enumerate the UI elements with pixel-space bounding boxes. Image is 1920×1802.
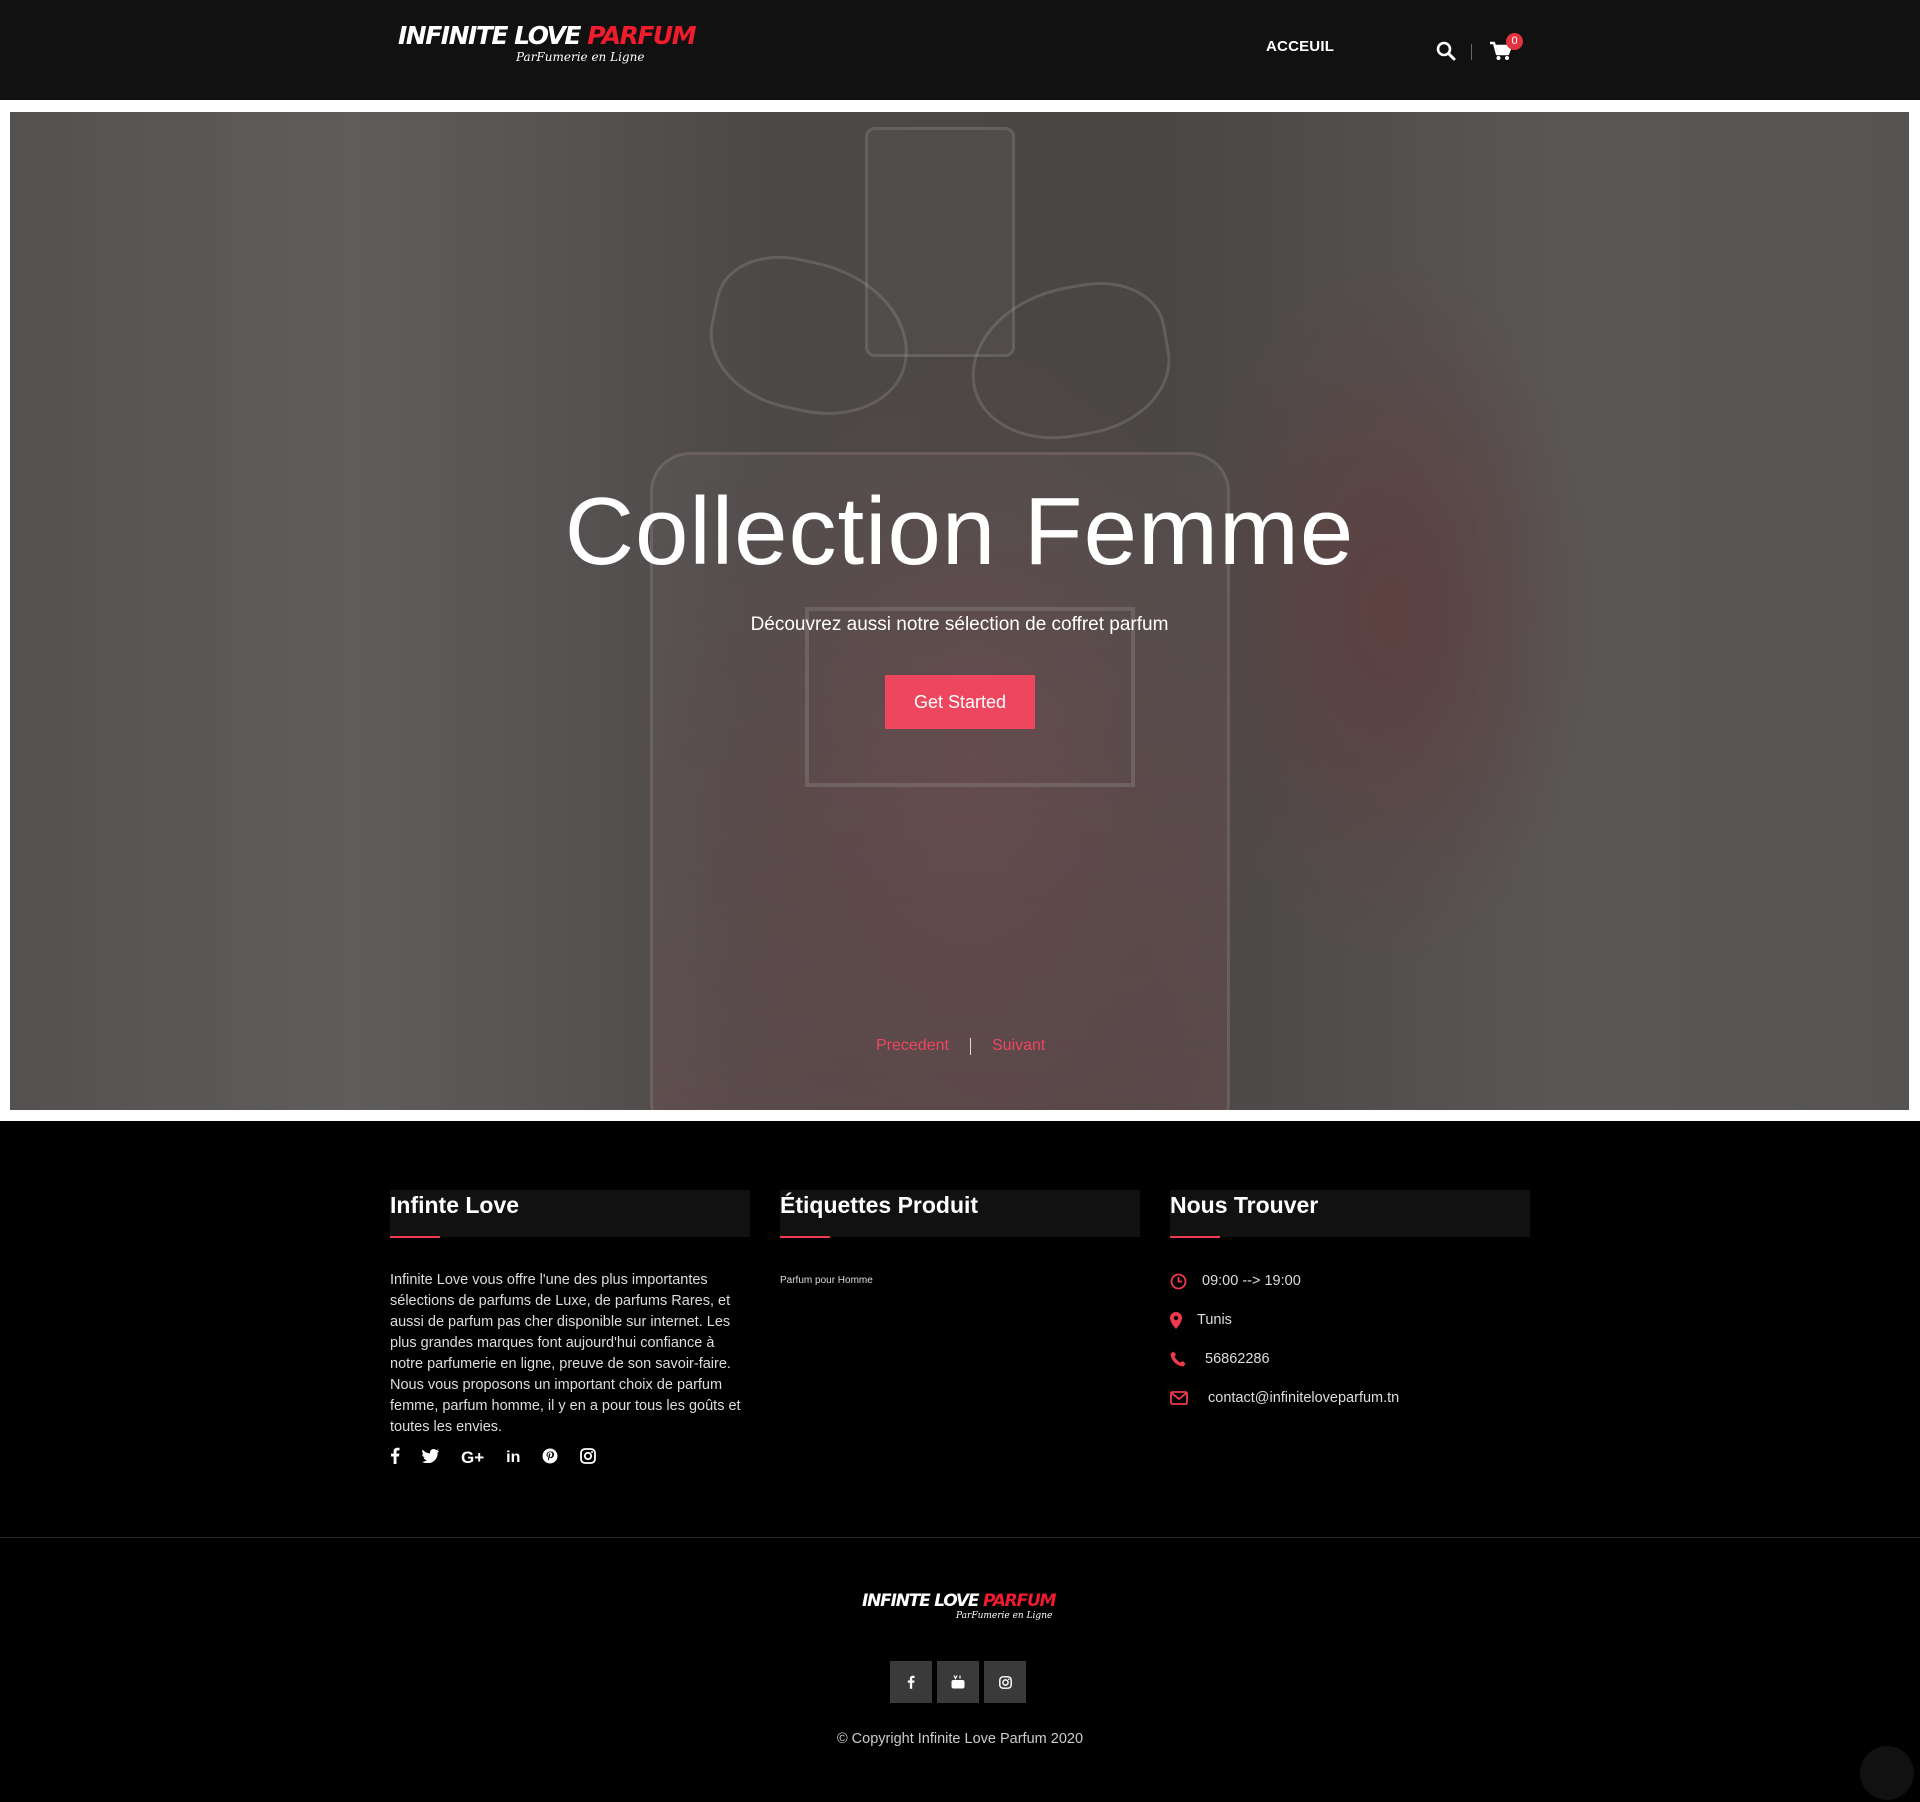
- heading-underline: [1170, 1236, 1220, 1238]
- clock-icon: [1170, 1273, 1202, 1290]
- slider-divider: [970, 1038, 971, 1055]
- instagram-icon[interactable]: [984, 1661, 1026, 1703]
- google-plus-icon[interactable]: G+: [461, 1448, 484, 1468]
- footer-logo-text-white: INFINTE LOVE: [862, 1591, 979, 1611]
- footer-contact-heading: Nous Trouver: [1170, 1192, 1319, 1218]
- footer-divider: [0, 1537, 1920, 1538]
- hero-overlay: [10, 112, 1909, 1110]
- footer-logo[interactable]: INFINTE LOVE PARFUM ParFumerie en Ligne: [862, 1592, 1062, 1628]
- logo-text-red: PARFUM: [587, 21, 696, 50]
- copyright-text: © Copyright Infinite Love Parfum 2020: [836, 1731, 1084, 1747]
- hero-title: Collection Femme: [564, 478, 1355, 585]
- logo-text-white: INFINITE LOVE: [398, 21, 582, 50]
- instagram-icon[interactable]: [580, 1447, 597, 1469]
- footer-contact-column: Nous Trouver 09:00 --> 19:00 Tunis 56862…: [1170, 1190, 1530, 1408]
- footer-tags-heading: Étiquettes Produit: [780, 1192, 979, 1218]
- envelope-icon: [1170, 1391, 1208, 1405]
- contact-location: Tunis: [1170, 1310, 1530, 1330]
- map-marker-icon: [1170, 1311, 1197, 1329]
- footer-about-header: Infinte Love: [390, 1190, 750, 1238]
- site-header: INFINITE LOVE PARFUM ParFumerie en Ligne…: [0, 0, 1920, 100]
- contact-hours: 09:00 --> 19:00: [1170, 1271, 1530, 1291]
- search-icon[interactable]: [1436, 41, 1456, 61]
- footer-social-links: G+ in: [390, 1447, 750, 1469]
- hero-slider: Collection Femme Découvrez aussi notre s…: [10, 112, 1909, 1110]
- slider-next-link[interactable]: Suivant: [992, 1037, 1045, 1055]
- footer-contact-header: Nous Trouver: [1170, 1190, 1530, 1238]
- footer-logo-text-red: PARFUM: [983, 1591, 1056, 1611]
- phone-icon: [1170, 1351, 1205, 1367]
- heading-underline: [390, 1236, 440, 1238]
- scroll-top-button[interactable]: [1860, 1746, 1914, 1800]
- tag-link[interactable]: Parfum pour Homme: [780, 1275, 1140, 1286]
- site-logo[interactable]: INFINITE LOVE PARFUM ParFumerie en Ligne: [398, 21, 697, 67]
- twitter-icon[interactable]: [422, 1448, 439, 1468]
- contact-email: contact@infiniteloveparfum.tn: [1170, 1388, 1530, 1408]
- contact-phone-text: 56862286: [1205, 1351, 1270, 1367]
- footer-about-column: Infinte Love Infinite Love vous offre l'…: [390, 1190, 750, 1468]
- hero-subtitle: Découvrez aussi notre sélection de coffr…: [750, 614, 1169, 635]
- linkedin-icon[interactable]: in: [506, 1449, 520, 1467]
- contact-hours-text: 09:00 --> 19:00: [1202, 1273, 1301, 1289]
- contact-city-text: Tunis: [1197, 1312, 1232, 1328]
- nav-link-accueil[interactable]: ACCEUIL: [1266, 38, 1334, 55]
- heading-underline: [780, 1236, 830, 1238]
- contact-email-link[interactable]: contact@infiniteloveparfum.tn: [1208, 1390, 1399, 1406]
- facebook-icon[interactable]: [890, 1661, 932, 1703]
- footer-tags-column: Étiquettes Produit Parfum pour Homme: [780, 1190, 1140, 1286]
- footer-about-text: Infinite Love vous offre l'une des plus …: [390, 1272, 741, 1435]
- facebook-icon[interactable]: [390, 1447, 400, 1469]
- cart-count-badge: 0: [1506, 33, 1523, 50]
- footer-tags-header: Étiquettes Produit: [780, 1190, 1140, 1238]
- contact-phone: 56862286: [1170, 1349, 1530, 1369]
- logo-tagline: ParFumerie en Ligne: [516, 50, 645, 64]
- get-started-button[interactable]: Get Started: [885, 675, 1035, 729]
- pinterest-icon[interactable]: [542, 1448, 558, 1469]
- header-separator: [1471, 44, 1472, 60]
- footer-bottom-socials: [890, 1661, 1026, 1703]
- slider-prev-link[interactable]: Precedent: [876, 1037, 949, 1055]
- footer-logo-tagline: ParFumerie en Ligne: [956, 1611, 1053, 1621]
- footer-about-heading: Infinte Love: [390, 1192, 520, 1218]
- youtube-icon[interactable]: [937, 1661, 979, 1703]
